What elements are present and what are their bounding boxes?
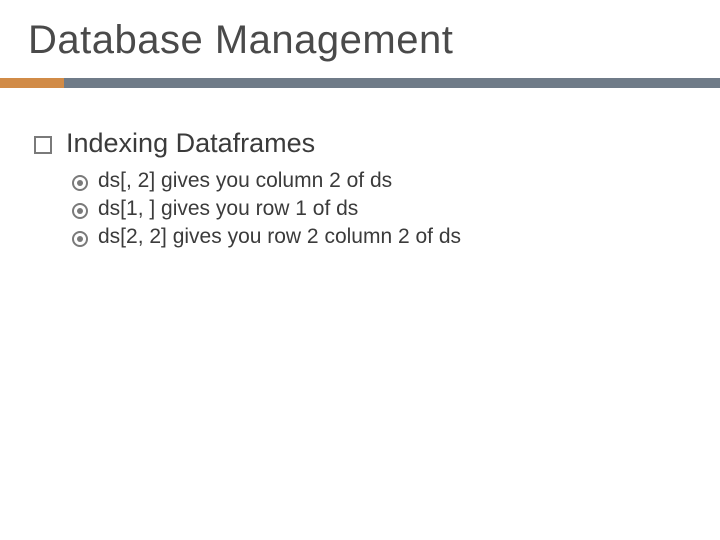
accent-bar — [0, 78, 64, 88]
divider-bar — [64, 78, 720, 88]
list-item: ds[1, ] gives you row 1 of ds — [72, 197, 674, 221]
list-item: ds[2, 2] gives you row 2 column 2 of ds — [72, 225, 674, 249]
slide-title: Database Management — [28, 18, 453, 63]
divider — [0, 78, 720, 88]
sublist: ds[, 2] gives you column 2 of ds ds[1, ]… — [72, 169, 674, 249]
target-bullet-icon — [72, 175, 88, 191]
target-bullet-icon — [72, 203, 88, 219]
list-item-text: ds[, 2] gives you column 2 of ds — [98, 169, 392, 193]
content-area: Indexing Dataframes ds[, 2] gives you co… — [34, 128, 674, 253]
slide: Database Management Indexing Dataframes … — [0, 0, 720, 540]
list-item-text: ds[2, 2] gives you row 2 column 2 of ds — [98, 225, 461, 249]
section-heading: Indexing Dataframes — [66, 128, 315, 159]
list-item-text: ds[1, ] gives you row 1 of ds — [98, 197, 358, 221]
list-item: Indexing Dataframes — [34, 128, 674, 159]
list-item: ds[, 2] gives you column 2 of ds — [72, 169, 674, 193]
square-bullet-icon — [34, 136, 52, 154]
target-bullet-icon — [72, 231, 88, 247]
